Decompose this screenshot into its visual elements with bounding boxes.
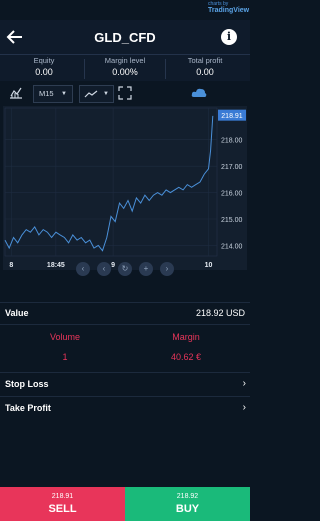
info-icon[interactable]: i — [221, 29, 237, 45]
scroll-left-button[interactable]: ‹ — [97, 262, 111, 276]
tradingview-text: TradingView — [208, 7, 250, 14]
margin-level-stat: Margin level 0.00% — [84, 56, 166, 77]
volume-margin-panel: Volume 1 Margin 40.62 € — [0, 324, 250, 373]
stop-loss-label: Stop Loss — [5, 379, 49, 389]
page-title: GLD_CFD — [94, 30, 156, 45]
y-tick-label: 216.00 — [221, 191, 243, 198]
buy-label: BUY — [175, 503, 200, 515]
x-tick-label: 9 — [111, 262, 115, 269]
value-row: Value 218.92 USD — [0, 302, 250, 323]
take-profit-row[interactable]: Take Profit › — [0, 396, 250, 419]
margin-label: Margin — [172, 332, 200, 342]
timeframe-value: M15 — [39, 89, 54, 98]
volume-value[interactable]: 1 — [15, 352, 115, 362]
reset-chart-button[interactable]: ↻ — [118, 262, 132, 276]
indicators-icon[interactable] — [8, 85, 24, 101]
y-tick-label: 217.00 — [221, 164, 243, 171]
chevron-right-icon: › — [242, 378, 246, 389]
zoom-in-button[interactable]: + — [139, 262, 153, 276]
take-profit-label: Take Profit — [5, 403, 51, 413]
sell-label: SELL — [48, 503, 77, 515]
total-profit-stat: Total profit 0.00 — [164, 56, 246, 77]
scroll-right-button[interactable]: › — [160, 262, 174, 276]
chevron-down-icon: ▼ — [61, 91, 67, 97]
scroll-left-button[interactable]: ‹ — [76, 262, 90, 276]
margin-value: 40.62 € — [170, 352, 202, 362]
margin-level-label: Margin level — [104, 56, 146, 65]
y-tick-label: 214.00 — [221, 243, 243, 250]
y-tick-label: 218.00 — [221, 138, 243, 145]
timeframe-select[interactable]: M15 ▼ — [33, 85, 73, 103]
value-label: Value — [5, 308, 29, 318]
volume-label: Volume — [49, 332, 81, 342]
chevron-down-icon: ▼ — [103, 91, 109, 97]
total-profit-label: Total profit — [187, 56, 223, 65]
line-chart-icon — [84, 90, 98, 98]
sell-price: 218.91 — [51, 493, 74, 500]
x-tick-label: 8 — [9, 262, 13, 269]
last-price-label: 218.91 — [221, 113, 243, 120]
stop-loss-row[interactable]: Stop Loss › — [0, 372, 250, 395]
buy-price: 218.92 — [176, 493, 199, 500]
margin-level-value: 0.00% — [112, 67, 138, 77]
chart-svg[interactable]: 218.00 217.00 216.00 215.00 214.00 8 18:45 9 10 2… — [3, 106, 247, 270]
tradingview-badge[interactable] — [191, 84, 244, 102]
equity-value: 0.00 — [35, 67, 53, 77]
fullscreen-icon[interactable] — [118, 85, 132, 101]
app-header: GLD_CFD i — [0, 20, 250, 54]
chevron-right-icon: › — [242, 402, 246, 413]
account-stats: Equity 0.00 Margin level 0.00% Total pro… — [0, 54, 250, 81]
equity-stat: Equity 0.00 — [3, 56, 85, 77]
price-chart[interactable]: 218.00 217.00 216.00 215.00 214.00 8 18:45 9 10 2… — [3, 106, 247, 270]
buy-button[interactable]: 218.92 BUY — [125, 487, 250, 521]
equity-label: Equity — [33, 56, 55, 65]
value-amount: 218.92 USD — [195, 308, 245, 318]
total-profit-value: 0.00 — [196, 67, 214, 77]
y-tick-label: 215.00 — [221, 217, 243, 224]
x-tick-label: 10 — [205, 262, 213, 269]
sell-button[interactable]: 218.91 SELL — [0, 487, 125, 521]
tradingview-logo-icon — [191, 88, 207, 97]
chart-type-select[interactable]: ▼ — [79, 85, 114, 103]
x-tick-label: 18:45 — [47, 262, 65, 269]
